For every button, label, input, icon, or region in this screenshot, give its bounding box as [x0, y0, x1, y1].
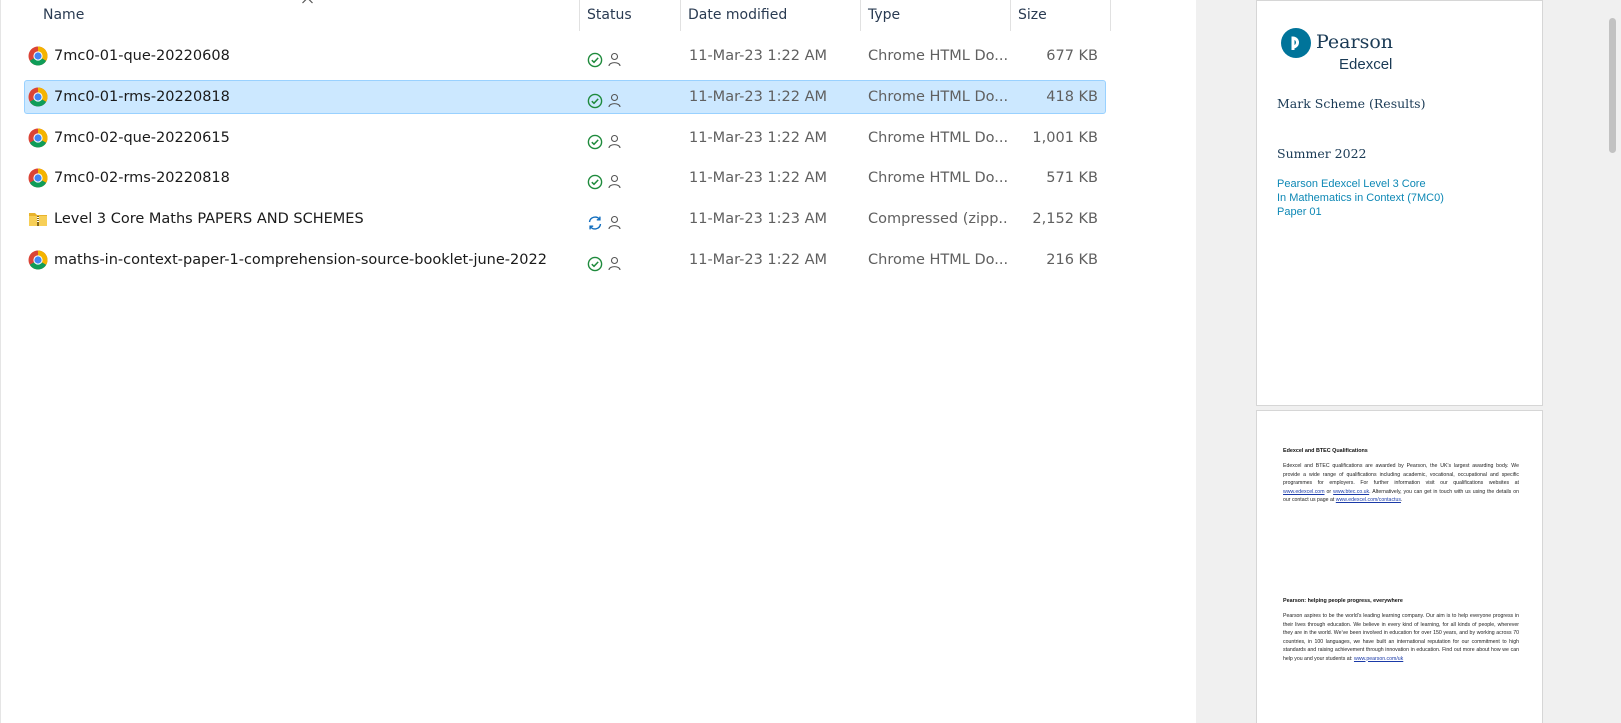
file-type: Chrome HTML Do...: [868, 129, 1008, 146]
file-size: 418 KB: [1046, 88, 1098, 105]
shared-person-icon: [608, 47, 621, 67]
document-session: Summer 2022: [1277, 146, 1367, 161]
status-cell: [587, 203, 637, 235]
available-check-icon: [587, 170, 603, 190]
column-header-status-label: Status: [587, 7, 632, 23]
file-size: 2,152 KB: [1032, 211, 1098, 228]
file-size: 1,001 KB: [1032, 129, 1098, 146]
file-row[interactable]: 7mc0-02-rms-20220818 11-Mar-23 1:22 AM Chr…: [24, 161, 1106, 195]
logo-wordmark: Pearson: [1316, 31, 1394, 53]
document-subtitle-line: Paper 01: [1277, 206, 1322, 218]
file-type: Chrome HTML Do...: [868, 48, 1008, 64]
shared-person-icon: [608, 129, 621, 148]
file-type: Chrome HTML Do...: [868, 252, 1008, 268]
paragraph-text: Edexcel and BTEC qualifications are awar…: [1283, 463, 1519, 486]
column-header-date-label: Date modified: [688, 7, 788, 23]
column-header-type-label: Type: [868, 7, 901, 23]
available-check-icon: [587, 48, 603, 68]
paragraph-text: .: [1400, 497, 1403, 503]
section-heading: Edexcel and BTEC Qualifications: [1283, 448, 1368, 454]
edexcel-link[interactable]: www.edexcel.com: [1283, 489, 1325, 495]
shared-person-icon: [608, 88, 621, 107]
pearson-logo: Pearson Edexcel: [1281, 28, 1451, 78]
pearson-link[interactable]: www.pearson.com/uk: [1354, 656, 1403, 662]
preview-scrollbar[interactable]: [1604, 0, 1621, 723]
chrome-icon: [28, 46, 48, 66]
shared-person-icon: [608, 210, 621, 230]
shared-person-icon: [608, 251, 621, 271]
section-paragraph: Pearson aspires to be the world’s leadin…: [1283, 612, 1519, 663]
sync-pending-icon: [587, 211, 603, 230]
status-cell: [587, 122, 637, 154]
logo-subtitle: Edexcel: [1339, 56, 1393, 73]
paragraph-text: or: [1326, 488, 1332, 495]
pearson-logo-icon: [1281, 28, 1311, 58]
column-header-date[interactable]: Date modified: [680, 0, 860, 31]
section-paragraph: Edexcel and BTEC qualifications are awar…: [1283, 462, 1519, 505]
date-modified: 11-Mar-23 1:22 AM: [689, 88, 828, 105]
paragraph-text: Pearson aspires to be the world’s leadin…: [1283, 613, 1519, 662]
status-cell: [587, 244, 637, 276]
shared-person-icon: [608, 169, 621, 189]
document-subtitle-line: In Mathematics in Context (7MC0): [1277, 192, 1444, 204]
status-cell: [587, 162, 637, 194]
section-heading: Pearson: helping people progress, everyw…: [1283, 598, 1403, 604]
file-type: Chrome HTML Do...: [868, 170, 1008, 187]
chrome-icon: [28, 87, 48, 107]
file-list-pane: Name Status Date modified Type Size 7mc0…: [0, 0, 1196, 723]
date-modified: 11-Mar-23 1:23 AM: [689, 211, 828, 228]
file-name: maths-in-context-paper-1-comprehension-s…: [54, 252, 547, 268]
available-check-icon: [587, 89, 603, 109]
status-cell: [587, 81, 637, 113]
file-row[interactable]: 7mc0-01-que-20220608 11-Mar-23 1:22 AM Chr…: [24, 39, 1106, 73]
document-title: Mark Scheme (Results): [1277, 96, 1426, 111]
available-check-icon: [587, 130, 603, 149]
file-row[interactable]: 7mc0-02-que-20220615 11-Mar-23 1:22 AM Chr…: [24, 121, 1106, 155]
column-separator[interactable]: [1110, 0, 1111, 31]
document-subtitle-line: Pearson Edexcel Level 3 Core: [1277, 178, 1426, 190]
file-name: 7mc0-01-que-20220608: [54, 48, 230, 64]
preview-page-2: Edexcel and BTEC Qualifications Edexcel …: [1256, 410, 1543, 723]
file-size: 677 KB: [1046, 48, 1098, 64]
contact-us-link[interactable]: www.edexcel.com/contactus: [1336, 497, 1401, 503]
date-modified: 11-Mar-23 1:22 AM: [689, 170, 828, 187]
file-name: 7mc0-02-rms-20220818: [54, 170, 230, 187]
column-header-size[interactable]: Size: [1010, 0, 1110, 31]
file-type: Compressed (zipp...: [868, 211, 1008, 228]
file-name: Level 3 Core Maths PAPERS AND SCHEMES: [54, 211, 364, 228]
date-modified: 11-Mar-23 1:22 AM: [689, 252, 828, 268]
file-name: 7mc0-01-rms-20220818: [54, 88, 230, 105]
date-modified: 11-Mar-23 1:22 AM: [689, 48, 828, 64]
chrome-icon: [28, 250, 48, 270]
column-header-status[interactable]: Status: [579, 0, 679, 31]
chrome-icon: [28, 128, 48, 148]
zip-folder-icon: [28, 209, 48, 229]
scrollbar-thumb[interactable]: [1609, 18, 1616, 153]
btec-link[interactable]: www.btec.co.uk: [1333, 489, 1369, 495]
file-size: 216 KB: [1046, 252, 1098, 268]
sort-ascending-icon: [302, 0, 313, 4]
file-name: 7mc0-02-que-20220615: [54, 129, 230, 146]
file-row[interactable]: maths-in-context-paper-1-comprehension-s…: [24, 243, 1106, 277]
date-modified: 11-Mar-23 1:22 AM: [689, 129, 828, 146]
file-row[interactable]: 7mc0-01-rms-20220818 11-Mar-23 1:22 AM Chr…: [24, 79, 1106, 114]
available-check-icon: [587, 252, 603, 272]
chrome-icon: [28, 168, 48, 188]
column-header-type[interactable]: Type: [860, 0, 1010, 31]
file-row[interactable]: Level 3 Core Maths PAPERS AND SCHEMES 11-…: [24, 202, 1106, 236]
column-header-name-label: Name: [43, 7, 85, 23]
status-cell: [587, 40, 637, 72]
preview-pane: Pearson Edexcel Mark Scheme (Results) Su…: [1196, 0, 1621, 723]
column-header-size-label: Size: [1018, 7, 1047, 23]
column-header-row: Name Status Date modified Type Size: [1, 0, 1111, 31]
preview-page-1: Pearson Edexcel Mark Scheme (Results) Su…: [1256, 0, 1543, 406]
file-size: 571 KB: [1046, 170, 1098, 187]
file-type: Chrome HTML Do...: [868, 88, 1008, 105]
